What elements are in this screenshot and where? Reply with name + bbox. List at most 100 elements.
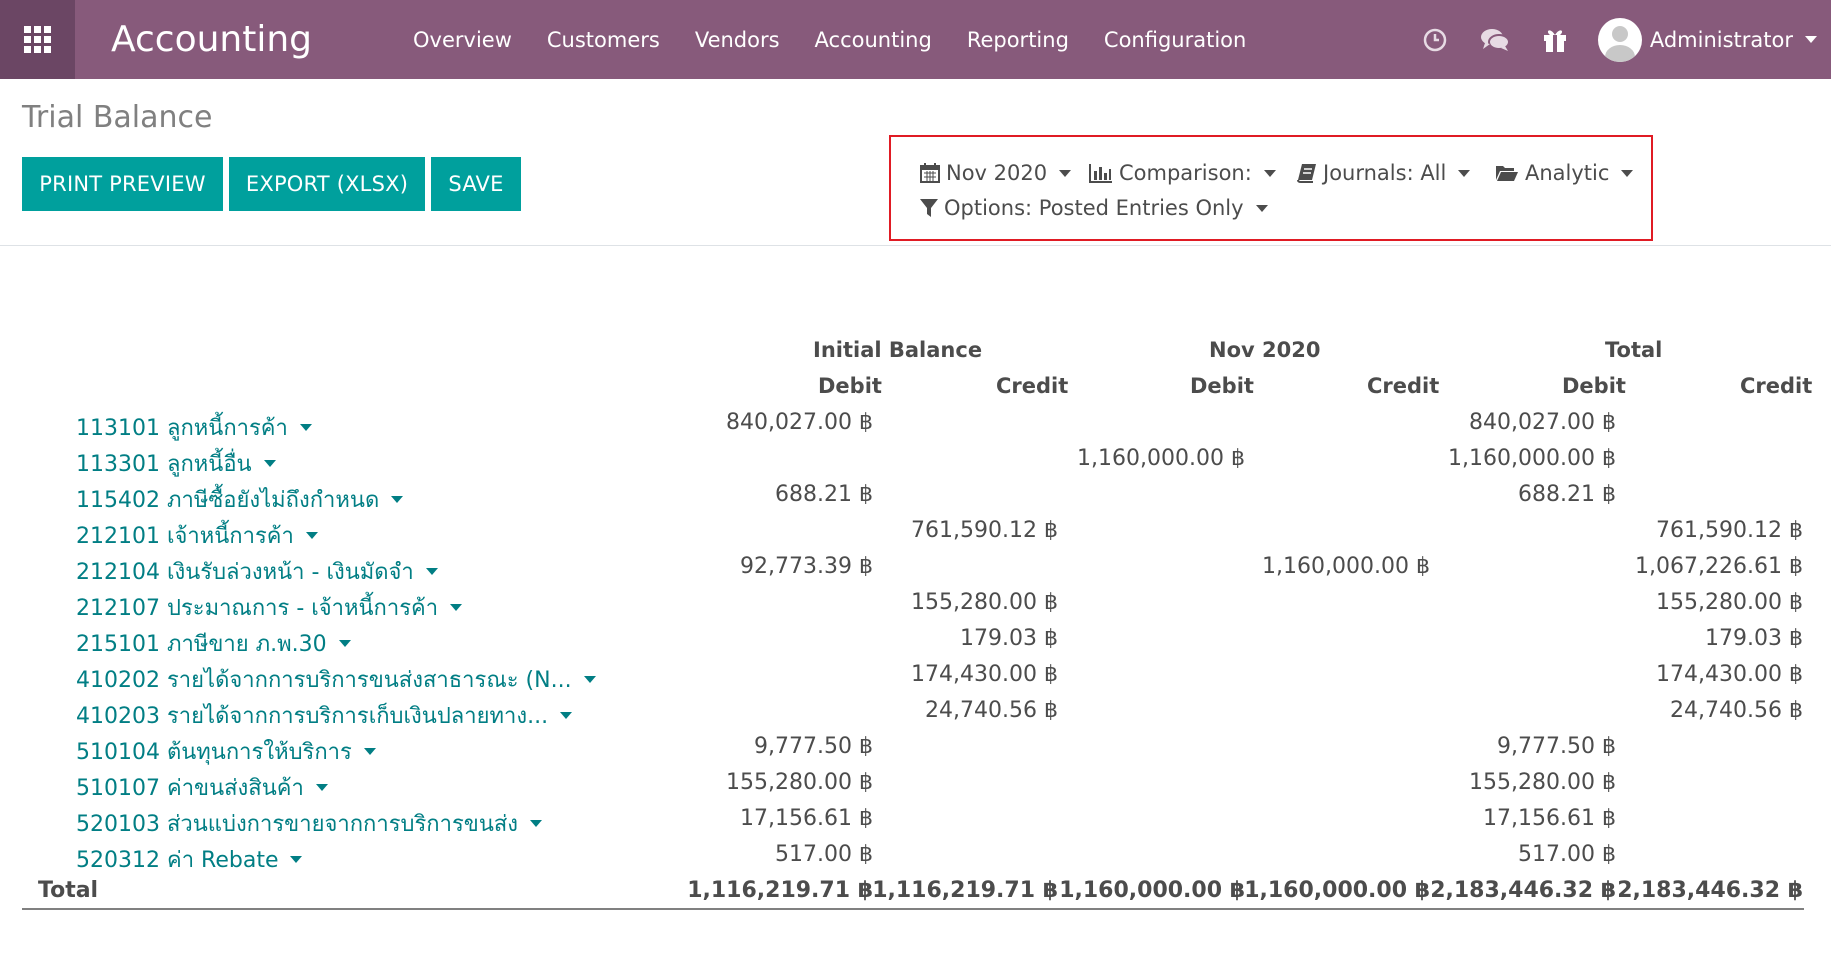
journals-filter[interactable]: Journals: All bbox=[1297, 161, 1471, 185]
chevron-down-icon[interactable] bbox=[450, 604, 463, 611]
account-row-label[interactable]: 510104 ต้นทุนการให้บริการ bbox=[76, 734, 376, 769]
column-header-initial-credit: Credit bbox=[996, 374, 1069, 398]
menu-item-overview[interactable]: Overview bbox=[413, 28, 512, 52]
account-row-label[interactable]: 212107 ประมาณการ - เจ้าหนี้การค้า bbox=[76, 590, 463, 625]
chevron-down-icon[interactable] bbox=[290, 856, 303, 863]
column-group-period: Nov 2020 bbox=[1209, 338, 1321, 362]
column-header-total-credit: Credit bbox=[1740, 374, 1813, 398]
cell-initial-credit: 179.03 ฿ bbox=[960, 626, 1058, 651]
analytic-filter-label: Analytic bbox=[1525, 161, 1610, 185]
cell-total-credit: 179.03 ฿ bbox=[1705, 626, 1803, 651]
cell-total-credit: 24,740.56 ฿ bbox=[1670, 698, 1803, 723]
bar-chart-icon bbox=[1089, 164, 1112, 183]
apps-menu-button[interactable] bbox=[0, 0, 75, 79]
account-row-label[interactable]: 115402 ภาษีซื้อยังไม่ถึงกำหนด bbox=[76, 482, 404, 517]
chevron-down-icon[interactable] bbox=[363, 748, 376, 755]
chevron-down-icon[interactable] bbox=[583, 676, 596, 683]
print-preview-button[interactable]: PRINT PREVIEW bbox=[22, 157, 223, 211]
account-row-label[interactable]: 113301 ลูกหนี้อื่น bbox=[76, 446, 276, 481]
cell-period-debit: 1,160,000.00 ฿ bbox=[1077, 446, 1245, 471]
cell-initial-debit: 517.00 ฿ bbox=[775, 842, 873, 867]
total-period-debit: 1,160,000.00 ฿ bbox=[1059, 878, 1245, 903]
date-filter[interactable]: Nov 2020 bbox=[920, 161, 1072, 185]
cell-initial-credit: 24,740.56 ฿ bbox=[925, 698, 1058, 723]
chevron-down-icon[interactable] bbox=[530, 820, 543, 827]
account-row-label[interactable]: 520312 ค่า Rebate bbox=[76, 842, 303, 877]
total-underline bbox=[22, 908, 1804, 910]
cell-period-credit: 1,160,000.00 ฿ bbox=[1262, 554, 1430, 579]
menu-item-vendors[interactable]: Vendors bbox=[695, 28, 780, 52]
cell-initial-debit: 92,773.39 ฿ bbox=[740, 554, 873, 579]
cell-initial-credit: 155,280.00 ฿ bbox=[911, 590, 1058, 615]
discuss-chat-icon[interactable] bbox=[1478, 23, 1512, 57]
cell-total-debit: 17,156.61 ฿ bbox=[1483, 806, 1616, 831]
account-row-label[interactable]: 510107 ค่าขนส่งสินค้า bbox=[76, 770, 328, 805]
calendar-icon bbox=[920, 163, 940, 183]
filter-icon bbox=[920, 199, 938, 217]
analytic-filter[interactable]: Analytic bbox=[1495, 161, 1634, 185]
account-name: 410202 รายได้จากการบริการขนส่งสาธารณะ (N… bbox=[76, 668, 572, 693]
menu-item-configuration[interactable]: Configuration bbox=[1104, 28, 1246, 52]
menu-item-accounting[interactable]: Accounting bbox=[815, 28, 932, 52]
comparison-filter[interactable]: Comparison: bbox=[1089, 161, 1276, 185]
comparison-filter-label: Comparison: bbox=[1119, 161, 1252, 185]
chevron-down-icon[interactable] bbox=[425, 568, 438, 575]
column-header-total-debit: Debit bbox=[1562, 374, 1626, 398]
account-name: 113301 ลูกหนี้อื่น bbox=[76, 452, 252, 477]
column-group-initial-balance: Initial Balance bbox=[813, 338, 983, 362]
chevron-down-icon[interactable] bbox=[391, 496, 404, 503]
date-filter-label: Nov 2020 bbox=[946, 161, 1048, 185]
account-row-label[interactable]: 520103 ส่วนแบ่งการขายจากการบริการขนส่ง bbox=[76, 806, 543, 841]
user-name: Administrator bbox=[1649, 27, 1793, 52]
chevron-down-icon[interactable] bbox=[263, 460, 276, 467]
account-name: 212107 ประมาณการ - เจ้าหนี้การค้า bbox=[76, 596, 439, 621]
top-navbar: Accounting Overview Customers Vendors Ac… bbox=[0, 0, 1831, 79]
account-row-label[interactable]: 215101 ภาษีขาย ภ.พ.30 bbox=[76, 626, 351, 661]
total-total-credit: 2,183,446.32 ฿ bbox=[1617, 878, 1803, 903]
account-row-label[interactable]: 212101 เจ้าหนี้การค้า bbox=[76, 518, 318, 553]
chevron-down-icon bbox=[1458, 169, 1471, 177]
cell-total-credit: 155,280.00 ฿ bbox=[1656, 590, 1803, 615]
account-name: 215101 ภาษีขาย ภ.พ.30 bbox=[76, 632, 327, 657]
user-menu[interactable]: Administrator bbox=[1597, 17, 1817, 62]
account-row-label[interactable]: 212104 เงินรับล่วงหน้า - เงินมัดจำ bbox=[76, 554, 438, 589]
total-initial-credit: 1,116,219.71 ฿ bbox=[872, 878, 1058, 903]
chevron-down-icon[interactable] bbox=[305, 532, 318, 539]
activity-clock-icon[interactable] bbox=[1418, 23, 1452, 57]
export-xlsx-button[interactable]: EXPORT (XLSX) bbox=[229, 157, 425, 211]
account-name: 115402 ภาษีซื้อยังไม่ถึงกำหนด bbox=[76, 488, 380, 513]
account-row-label[interactable]: 410203 รายได้จากการบริการเก็บเงินปลายทาง… bbox=[76, 698, 573, 733]
chevron-down-icon bbox=[1255, 204, 1268, 212]
options-filter[interactable]: Options: Posted Entries Only bbox=[920, 196, 1268, 220]
cell-initial-debit: 9,777.50 ฿ bbox=[754, 734, 873, 759]
chevron-down-icon[interactable] bbox=[315, 784, 328, 791]
menu-item-customers[interactable]: Customers bbox=[547, 28, 660, 52]
cell-total-debit: 840,027.00 ฿ bbox=[1469, 410, 1616, 435]
cell-initial-credit: 174,430.00 ฿ bbox=[911, 662, 1058, 687]
cell-initial-debit: 17,156.61 ฿ bbox=[740, 806, 873, 831]
gift-icon[interactable] bbox=[1538, 23, 1572, 57]
chevron-down-icon bbox=[1059, 169, 1072, 177]
avatar bbox=[1597, 17, 1642, 62]
report-filters-highlight bbox=[889, 135, 1653, 241]
app-title[interactable]: Accounting bbox=[111, 19, 371, 60]
options-filter-label: Options: Posted Entries Only bbox=[944, 196, 1244, 220]
book-icon bbox=[1297, 164, 1316, 183]
total-initial-debit: 1,116,219.71 ฿ bbox=[687, 878, 873, 903]
account-name: 520103 ส่วนแบ่งการขายจากการบริการขนส่ง bbox=[76, 812, 519, 837]
apps-grid-icon bbox=[24, 26, 51, 53]
chevron-down-icon[interactable] bbox=[299, 424, 312, 431]
save-button[interactable]: SAVE bbox=[431, 157, 521, 211]
cell-total-credit: 174,430.00 ฿ bbox=[1656, 662, 1803, 687]
total-total-debit: 2,183,446.32 ฿ bbox=[1430, 878, 1616, 903]
chevron-down-icon[interactable] bbox=[560, 712, 573, 719]
cell-total-debit: 9,777.50 ฿ bbox=[1497, 734, 1616, 759]
account-row-label[interactable]: 113101 ลูกหนี้การค้า bbox=[76, 410, 312, 445]
menu-item-reporting[interactable]: Reporting bbox=[967, 28, 1069, 52]
chevron-down-icon[interactable] bbox=[338, 640, 351, 647]
folder-open-icon bbox=[1496, 166, 1518, 181]
systray: Administrator bbox=[1418, 0, 1831, 79]
account-row-label[interactable]: 410202 รายได้จากการบริการขนส่งสาธารณะ (N… bbox=[76, 662, 596, 697]
journals-filter-label: Journals: All bbox=[1323, 161, 1447, 185]
column-group-total: Total bbox=[1605, 338, 1663, 362]
